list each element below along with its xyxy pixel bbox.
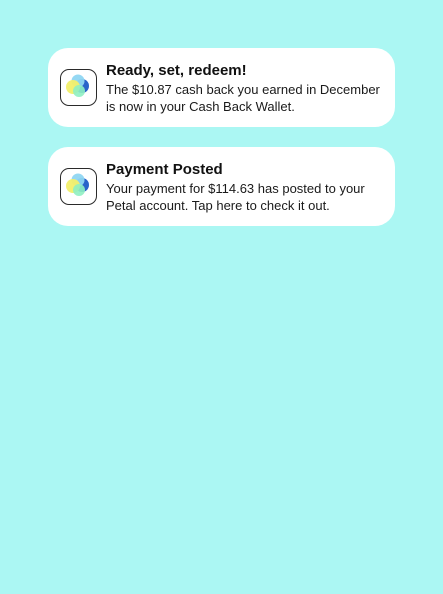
notification-body: Your payment for $114.63 has posted to y… <box>106 180 385 214</box>
petal-logo-icon <box>66 173 89 196</box>
petal-logo-icon <box>66 74 89 97</box>
notification-body-line: The $10.87 cash back you earned in Decem… <box>106 82 380 97</box>
notification-card-cash-back[interactable]: Ready, set, redeem! The $10.87 cash back… <box>48 48 395 127</box>
petal-app-icon <box>60 168 97 205</box>
notification-title: Payment Posted <box>106 161 223 178</box>
notification-body-line: is now in your Cash Back Wallet. <box>106 99 295 114</box>
notification-body: The $10.87 cash back you earned in Decem… <box>106 81 385 115</box>
notification-body-line: Petal account. Tap here to check it out. <box>106 198 330 213</box>
notification-title: Ready, set, redeem! <box>106 62 247 79</box>
petal-app-icon <box>60 69 97 106</box>
notification-body-line: Your payment for $114.63 has posted to y… <box>106 181 365 196</box>
notification-card-payment-posted[interactable]: Payment Posted Your payment for $114.63 … <box>48 147 395 226</box>
